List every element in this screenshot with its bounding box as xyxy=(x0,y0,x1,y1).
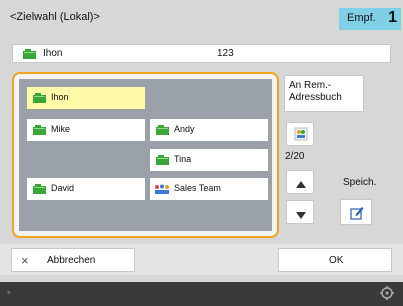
address-list-frame: Ihon Mike Andy Tina David Sales Team xyxy=(12,72,279,238)
arrow-up-icon xyxy=(296,179,306,191)
page-title: <Zielwahl (Lokal)> xyxy=(10,11,100,23)
group-icon xyxy=(154,184,170,194)
selected-name: Ihon xyxy=(43,48,63,59)
list-item-label: Tina xyxy=(174,154,192,164)
recipient-count-badge[interactable]: Empf. 1 xyxy=(339,8,401,30)
save-label: Speich. xyxy=(343,177,377,188)
cancel-button[interactable]: × Abbrechen xyxy=(11,248,135,272)
group-filter-button[interactable] xyxy=(286,122,314,146)
list-item-label: Andy xyxy=(174,124,195,134)
save-button[interactable] xyxy=(340,199,372,225)
recipient-label: Empf. xyxy=(347,12,376,24)
selected-destination-row: Ihon 123 xyxy=(12,44,391,63)
ok-button[interactable]: OK xyxy=(278,248,392,272)
edit-icon xyxy=(350,206,364,223)
header-bar: <Zielwahl (Lokal)> Empf. 1 xyxy=(0,0,403,34)
people-filter-icon xyxy=(294,127,308,144)
list-item-label: Sales Team xyxy=(174,183,221,193)
remote-address-book-button[interactable]: An Rem.- Adressbuch xyxy=(284,75,364,112)
remote-address-book-label: An Rem.- Adressbuch xyxy=(289,80,342,103)
list-item[interactable]: Sales Team xyxy=(150,178,268,200)
list-item[interactable]: David xyxy=(27,178,145,200)
list-item[interactable]: Andy xyxy=(150,119,268,141)
list-item-label: David xyxy=(51,183,75,193)
list-item[interactable]: Ihon xyxy=(27,87,145,109)
scroll-down-button[interactable] xyxy=(286,200,314,224)
address-list: Ihon Mike Andy Tina David Sales Team xyxy=(19,79,272,231)
list-item-label: Ihon xyxy=(51,92,69,102)
ok-label: OK xyxy=(329,255,344,266)
scroll-up-button[interactable] xyxy=(286,170,314,194)
address-book-icon xyxy=(33,184,46,194)
cancel-label: Abbrechen xyxy=(47,255,96,266)
address-book-icon xyxy=(156,125,169,135)
selected-number: 123 xyxy=(217,48,234,59)
status-indicator-icon: ◦ xyxy=(7,287,11,299)
address-book-icon xyxy=(33,93,46,103)
list-item-label: Mike xyxy=(51,124,71,134)
close-icon: × xyxy=(21,253,29,268)
address-book-icon xyxy=(33,125,46,135)
page-counter: 2/20 xyxy=(285,151,305,162)
list-item[interactable]: Tina xyxy=(150,149,268,171)
network-status-icon[interactable] xyxy=(379,285,395,301)
status-bar: ◦ xyxy=(0,282,403,306)
address-book-icon xyxy=(156,155,169,165)
address-book-icon xyxy=(23,49,36,59)
list-item[interactable]: Mike xyxy=(27,119,145,141)
arrow-down-icon xyxy=(296,210,306,222)
recipient-count: 1 xyxy=(388,9,397,26)
